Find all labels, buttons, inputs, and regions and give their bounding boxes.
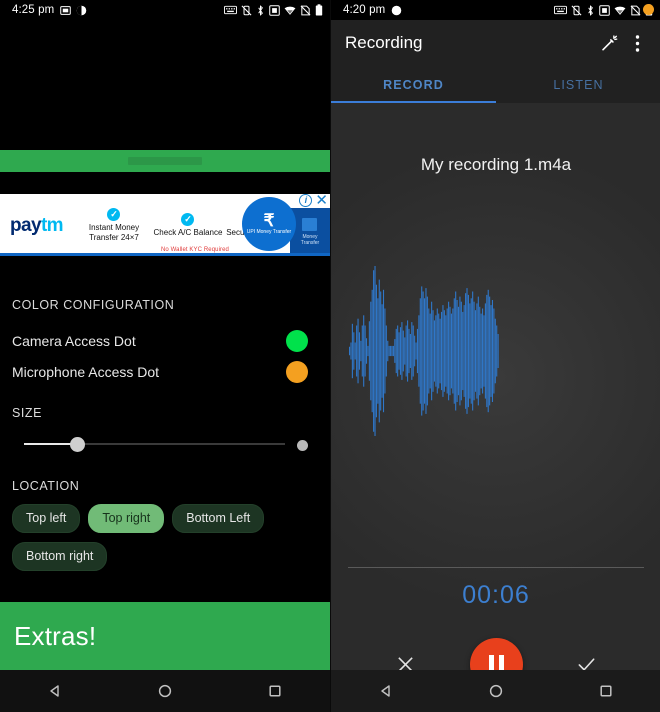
status-right-icons [224, 4, 323, 16]
screen-record-icon [269, 4, 280, 16]
strip-gap [0, 172, 330, 194]
audio-waveform [331, 263, 660, 453]
strip-nub [128, 157, 202, 165]
back-icon[interactable] [378, 683, 394, 699]
extras-label: Extras! [14, 620, 97, 651]
ad-feature-2-text: Check A/C Balance [153, 227, 223, 237]
camera-access-dot-color-swatch[interactable] [286, 330, 308, 352]
location-chip-bottom-left[interactable]: Bottom Left [172, 504, 265, 533]
microphone-access-dot-label: Microphone Access Dot [12, 364, 160, 380]
status-right-icons [554, 4, 653, 16]
paytm-logo: paytm [10, 214, 64, 236]
size-slider-track-inactive [78, 443, 285, 445]
bluetooth-icon [258, 4, 263, 16]
keyboard-icon [224, 5, 237, 15]
right-navigation-bar [331, 670, 660, 712]
sim-off-icon [630, 5, 641, 15]
section-title-size: SIZE [12, 406, 42, 420]
size-slider-thumb[interactable] [70, 437, 85, 452]
keyboard-icon [554, 5, 567, 15]
info-icon[interactable]: i [299, 194, 313, 207]
home-icon[interactable] [488, 683, 504, 699]
home-icon[interactable] [157, 683, 173, 699]
screenshot-icon [60, 5, 72, 15]
rupee-icon: ₹ [263, 211, 275, 231]
recorder-main-area: My recording 1.m4a 00:06 [331, 103, 660, 712]
microphone-access-dot-overlay [643, 4, 654, 15]
location-chip-group: Top left Top right Bottom Left Bottom ri… [12, 504, 322, 580]
close-icon[interactable]: ✕ [315, 194, 328, 208]
paytm-ad-banner[interactable]: paytm ✓ Instant Money Transfer 24×7 ✓ Ch… [0, 194, 330, 256]
vibrate-off-icon [241, 5, 252, 15]
page-title: Recording [345, 33, 423, 52]
recorder-app: Recording RECORD LISTEN My recording 1.m… [331, 20, 660, 712]
right-status-bar: 4:20 pm [331, 0, 660, 20]
back-icon[interactable] [47, 683, 63, 699]
record-dot-icon [391, 5, 402, 15]
recorder-app-bar: Recording [331, 20, 660, 66]
camera-access-dot-label: Camera Access Dot [12, 333, 136, 349]
check-icon: ✓ [107, 207, 121, 221]
section-title-color-configuration: COLOR CONFIGURATION [12, 298, 175, 312]
left-app-body: paytm ✓ Instant Money Transfer 24×7 ✓ Ch… [0, 20, 330, 712]
app-top-blank-area [0, 20, 330, 150]
microphone-access-dot-color-swatch[interactable] [286, 361, 308, 383]
recents-icon[interactable] [267, 683, 283, 699]
check-icon: ✓ [181, 212, 195, 226]
left-navigation-bar [0, 670, 330, 712]
recorder-tabs: RECORD LISTEN [331, 66, 660, 103]
status-clock: 4:20 pm [343, 4, 386, 16]
ad-controls: i ✕ [299, 194, 328, 208]
location-chip-top-right[interactable]: Top right [88, 504, 165, 533]
battery-icon [315, 4, 323, 16]
location-chip-top-left[interactable]: Top left [12, 504, 81, 533]
sim-off-icon [300, 5, 311, 15]
setting-row-microphone-access-dot[interactable]: Microphone Access Dot [0, 357, 330, 387]
status-left-icons [60, 5, 87, 16]
paytm-logo-tm: tm [40, 214, 64, 236]
recording-filename: My recording 1.m4a [420, 155, 572, 174]
right-phone-screen: 4:20 pm Recording RECORD LISTEN My recor… [330, 0, 660, 712]
bluetooth-icon [588, 4, 593, 16]
green-header-strip [0, 150, 330, 172]
waveform-svg [349, 266, 499, 436]
left-phone-screen: 4:25 pm paytm ✓ Instant Money Transfer 2… [0, 0, 330, 712]
status-left-icons [391, 5, 402, 16]
ad-card-thumb [302, 218, 317, 231]
screen-record-icon [599, 4, 610, 16]
recents-icon[interactable] [598, 683, 614, 699]
extras-banner[interactable]: Extras! [0, 602, 330, 670]
ad-rupee-badge: ₹ UPI Money Transfer [242, 197, 296, 251]
timer-divider [348, 567, 644, 568]
dual-phone-screenshot: 4:25 pm paytm ✓ Instant Money Transfer 2… [0, 0, 660, 712]
setting-row-camera-access-dot[interactable]: Camera Access Dot [0, 326, 330, 356]
tab-record[interactable]: RECORD [331, 66, 496, 103]
ad-feature-1-text: Instant Money Transfer 24×7 [88, 222, 140, 242]
wifi-icon [614, 6, 626, 15]
ad-right-card: Money Transfer [290, 208, 330, 256]
status-clock: 4:25 pm [12, 4, 55, 16]
recording-timer: 00:06 [462, 581, 530, 609]
location-chip-bottom-right[interactable]: Bottom right [12, 542, 108, 571]
overflow-menu-icon[interactable] [623, 29, 651, 57]
magic-wand-icon[interactable] [595, 29, 623, 57]
settings-panel: COLOR CONFIGURATION Camera Access Dot Mi… [0, 256, 330, 712]
ad-feature-1: ✓ Instant Money Transfer 24×7 [77, 207, 151, 242]
ad-content: paytm ✓ Instant Money Transfer 24×7 ✓ Ch… [0, 194, 330, 256]
paytm-logo-pay: pay [10, 214, 42, 236]
section-title-location: LOCATION [12, 479, 80, 493]
location-chip-row-1: Top left Top right Bottom Left [12, 504, 322, 533]
ad-card-text: Money Transfer [300, 234, 320, 246]
ad-badge-text: UPI Money Transfer [246, 229, 292, 236]
dnd-icon [76, 5, 87, 15]
ad-feature-2: ✓ Check A/C Balance [151, 212, 225, 238]
location-chip-row-2: Bottom right [12, 542, 322, 571]
vibrate-off-icon [571, 5, 582, 15]
left-status-bar: 4:25 pm [0, 0, 330, 20]
size-preview-dot [297, 440, 308, 451]
size-slider[interactable] [0, 431, 330, 457]
tab-listen[interactable]: LISTEN [496, 66, 660, 103]
wifi-icon [284, 6, 296, 15]
